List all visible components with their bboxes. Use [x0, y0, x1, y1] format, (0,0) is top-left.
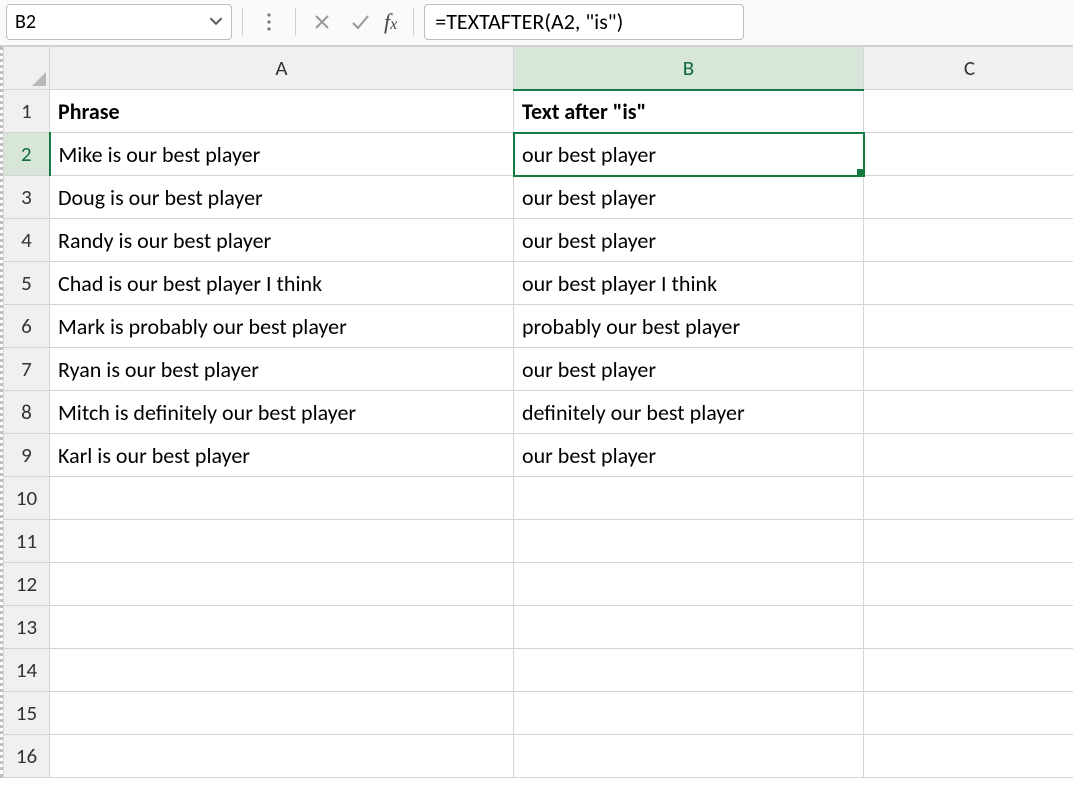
cell[interactable] [514, 735, 864, 778]
cell-c4[interactable] [864, 219, 1073, 262]
cell-c2[interactable] [864, 133, 1073, 176]
chevron-down-icon[interactable] [209, 10, 223, 34]
divider [242, 8, 243, 36]
cell-a1[interactable]: Phrase [50, 90, 514, 133]
fx-icon[interactable]: fx [382, 9, 403, 35]
cell-c1[interactable] [864, 90, 1073, 133]
cell-b7[interactable]: our best player [514, 348, 864, 391]
cell-a7[interactable]: Ryan is our best player [50, 348, 514, 391]
table-row: 7 Ryan is our best player our best playe… [4, 348, 1073, 391]
table-row: 13 [4, 606, 1073, 649]
cell-c6[interactable] [864, 305, 1073, 348]
table-row: 3 Doug is our best player our best playe… [4, 176, 1073, 219]
table-row: 12 [4, 563, 1073, 606]
cell[interactable] [514, 520, 864, 563]
cell-c8[interactable] [864, 391, 1073, 434]
table-row: 11 [4, 520, 1073, 563]
cell[interactable] [50, 692, 514, 735]
cell-b2[interactable]: our best player [514, 133, 864, 176]
cell[interactable] [864, 606, 1073, 649]
cell-b1[interactable]: Text after "is" [514, 90, 864, 133]
cell[interactable] [864, 477, 1073, 520]
cell[interactable] [864, 563, 1073, 606]
cell[interactable] [864, 520, 1073, 563]
formula-text: =TEXTAFTER(A2, "is") [435, 8, 623, 35]
cell-b9[interactable]: our best player [514, 434, 864, 477]
cancel-icon[interactable] [306, 6, 338, 38]
table-row: 4 Randy is our best player our best play… [4, 219, 1073, 262]
col-header-b[interactable]: B [514, 47, 864, 90]
cell-b5[interactable]: our best player I think [514, 262, 864, 305]
table-row: 8 Mitch is definitely our best player de… [4, 391, 1073, 434]
cell[interactable] [864, 692, 1073, 735]
row-header[interactable]: 1 [4, 90, 50, 133]
table-row: 1 Phrase Text after "is" [4, 90, 1073, 133]
row-header[interactable]: 10 [4, 477, 50, 520]
confirm-icon[interactable] [344, 6, 376, 38]
table-row: 9 Karl is our best player our best playe… [4, 434, 1073, 477]
row-header[interactable]: 7 [4, 348, 50, 391]
table-row: 16 [4, 735, 1073, 778]
table-row: 14 [4, 649, 1073, 692]
divider [413, 8, 414, 36]
cell-a5[interactable]: Chad is our best player I think [50, 262, 514, 305]
cell-c7[interactable] [864, 348, 1073, 391]
row-header[interactable]: 13 [4, 606, 50, 649]
formula-input[interactable]: =TEXTAFTER(A2, "is") [424, 4, 744, 40]
cell-b6[interactable]: probably our best player [514, 305, 864, 348]
cell[interactable] [50, 735, 514, 778]
cell-a2[interactable]: Mike is our best player [50, 133, 514, 176]
cell-a6[interactable]: Mark is probably our best player [50, 305, 514, 348]
cell-c5[interactable] [864, 262, 1073, 305]
cell[interactable] [514, 477, 864, 520]
table-row: 15 [4, 692, 1073, 735]
cell[interactable] [50, 606, 514, 649]
row-header[interactable]: 8 [4, 391, 50, 434]
cell[interactable] [50, 649, 514, 692]
cell-a3[interactable]: Doug is our best player [50, 176, 514, 219]
cell[interactable] [50, 563, 514, 606]
cell-a8[interactable]: Mitch is definitely our best player [50, 391, 514, 434]
cell[interactable] [514, 606, 864, 649]
row-header[interactable]: 6 [4, 305, 50, 348]
cell-c9[interactable] [864, 434, 1073, 477]
row-header[interactable]: 12 [4, 563, 50, 606]
spreadsheet-grid[interactable]: A B C 1 Phrase Text after "is" 2 Mike is… [0, 46, 1073, 778]
row-header[interactable]: 15 [4, 692, 50, 735]
cell[interactable] [514, 649, 864, 692]
col-header-a[interactable]: A [50, 47, 514, 90]
divider [295, 8, 296, 36]
cell-a4[interactable]: Randy is our best player [50, 219, 514, 262]
name-box-value: B2 [15, 10, 36, 34]
col-header-c[interactable]: C [864, 47, 1073, 90]
select-all-corner[interactable] [4, 47, 50, 90]
name-box[interactable]: B2 [6, 4, 232, 40]
cell-b4[interactable]: our best player [514, 219, 864, 262]
cell[interactable] [514, 563, 864, 606]
cell[interactable] [50, 477, 514, 520]
table-row: 2 Mike is our best player our best playe… [4, 133, 1073, 176]
row-header[interactable]: 4 [4, 219, 50, 262]
row-header[interactable]: 11 [4, 520, 50, 563]
cell-a9[interactable]: Karl is our best player [50, 434, 514, 477]
table-row: 10 [4, 477, 1073, 520]
cell[interactable] [864, 735, 1073, 778]
cell[interactable] [514, 692, 864, 735]
table-row: 6 Mark is probably our best player proba… [4, 305, 1073, 348]
formula-bar: B2 fx =TEXTAFTER(A2, "is") [0, 0, 1073, 46]
row-header[interactable]: 16 [4, 735, 50, 778]
cell[interactable] [50, 520, 514, 563]
row-header[interactable]: 2 [4, 133, 50, 176]
row-header[interactable]: 9 [4, 434, 50, 477]
row-header[interactable]: 5 [4, 262, 50, 305]
cell-c3[interactable] [864, 176, 1073, 219]
cell-b3[interactable]: our best player [514, 176, 864, 219]
row-header[interactable]: 3 [4, 176, 50, 219]
more-icon[interactable] [253, 6, 285, 38]
table-row: 5 Chad is our best player I think our be… [4, 262, 1073, 305]
cell[interactable] [864, 649, 1073, 692]
cell-b8[interactable]: definitely our best player [514, 391, 864, 434]
row-header[interactable]: 14 [4, 649, 50, 692]
